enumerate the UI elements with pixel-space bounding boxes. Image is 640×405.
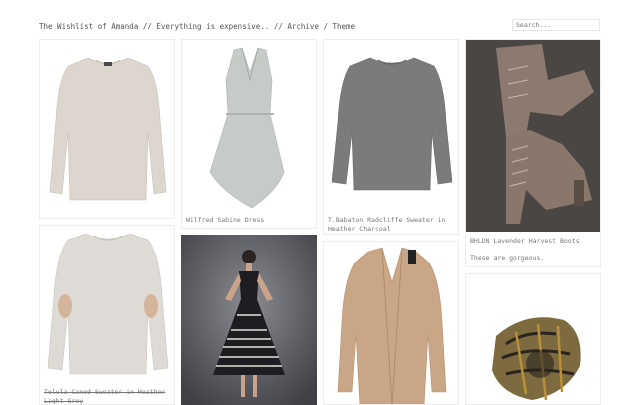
beige-sweater-image (49, 57, 167, 201)
nav-separator: / (323, 22, 328, 31)
post-suede-boots[interactable]: BHLDN Lavender Harvest Boots These are g… (465, 39, 601, 267)
nav: Archive / Theme (287, 22, 355, 31)
nav-archive-link[interactable]: Archive (287, 22, 319, 31)
post-plaid-scarf[interactable] (465, 273, 601, 405)
separator: // (142, 22, 152, 31)
post-elbow-patch-sweater[interactable]: Tolula Caned Sweater in Heather Light Gr… (39, 225, 175, 405)
post-charcoal-sweater[interactable]: T.Babaton Radcliffe Sweater in Heather C… (323, 39, 459, 235)
charcoal-sweater-image (331, 57, 453, 191)
blog-title-link[interactable]: The Wishlist of Amanda (39, 22, 138, 31)
elbow-patch-sweater-image (47, 233, 169, 375)
post-beige-sweater[interactable] (39, 39, 175, 219)
post-caption[interactable]: Tolula Caned Sweater in Heather Light Gr… (44, 388, 170, 404)
search-input[interactable] (512, 19, 600, 31)
post-note: These are gorgeous. (470, 254, 545, 262)
header-line: The Wishlist of Amanda // Everything is … (39, 22, 355, 31)
blog-tagline: Everything is expensive.. (156, 22, 270, 31)
suede-boots-image (466, 40, 600, 232)
post-caption[interactable]: BHLDN Lavender Harvest Boots (470, 237, 580, 246)
wrap-dress-image (209, 47, 285, 209)
nav-theme-link[interactable]: Theme (333, 22, 356, 31)
post-camel-cardigan[interactable] (323, 241, 459, 405)
plaid-scarf-image (492, 317, 581, 401)
striped-dress-image (181, 235, 317, 405)
post-caption[interactable]: T.Babaton Radcliffe Sweater in Heather C… (328, 216, 456, 234)
post-striped-dress[interactable] (181, 235, 317, 405)
camel-cardigan-image (337, 247, 447, 404)
post-caption[interactable]: Wilfred Sabine Dress (186, 216, 264, 225)
separator: // (273, 22, 283, 31)
post-wrap-dress[interactable]: Wilfred Sabine Dress (181, 39, 317, 229)
